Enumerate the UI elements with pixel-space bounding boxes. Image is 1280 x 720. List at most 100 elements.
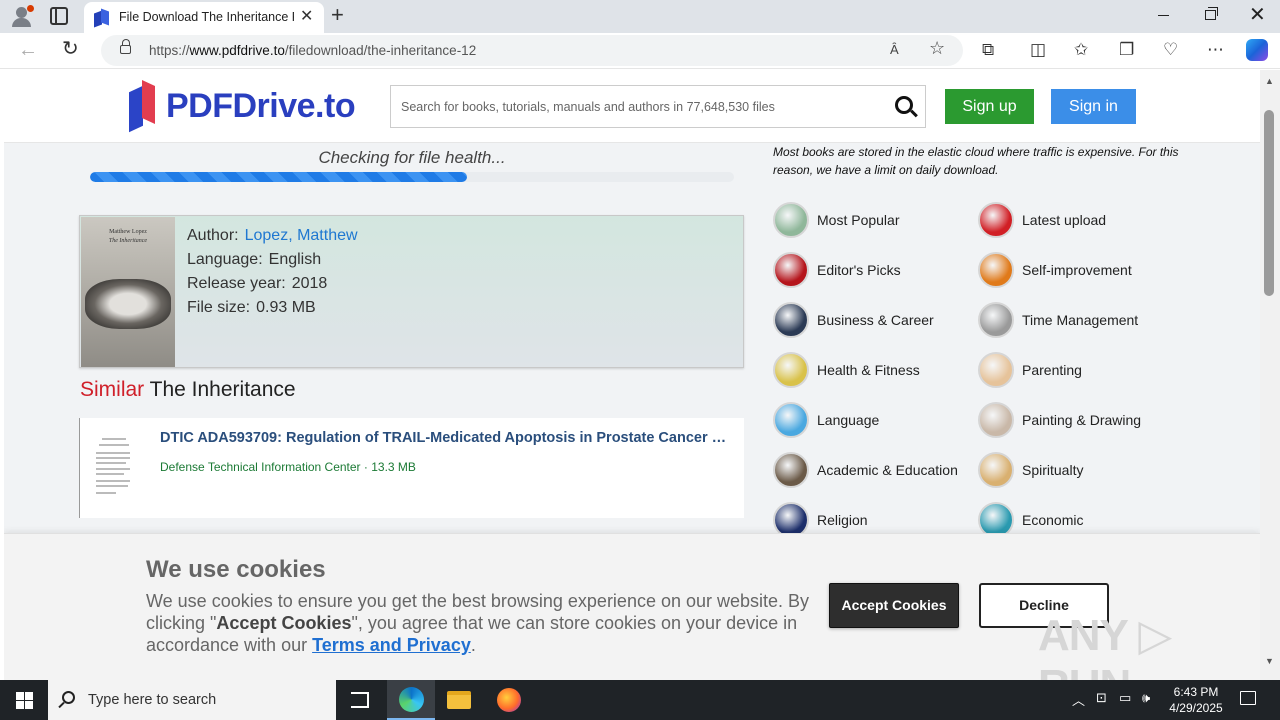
- parenting-icon: [978, 352, 1014, 388]
- author-row: Author: Lopez, Matthew: [187, 224, 358, 248]
- category-most-popular[interactable]: Most Popular: [773, 200, 973, 240]
- category-label: Most Popular: [817, 212, 900, 228]
- category-business-career[interactable]: Business & Career: [773, 300, 973, 340]
- collections-icon[interactable]: ❐: [1119, 39, 1134, 61]
- read-aloud-icon[interactable]: Ȃ: [890, 42, 899, 57]
- painting-icon: [978, 402, 1014, 438]
- window-close-button[interactable]: ✕: [1249, 4, 1266, 26]
- scroll-thumb[interactable]: [1264, 110, 1274, 296]
- similar-item-meta: Defense Technical Information Center · 1…: [160, 460, 416, 474]
- size-value: 0.93 MB: [256, 299, 316, 316]
- category-label: Academic & Education: [817, 462, 958, 478]
- tray-device-icon[interactable]: ⊡: [1096, 690, 1107, 706]
- category-label: Time Management: [1022, 312, 1139, 328]
- similar-item[interactable]: DTIC ADA593709: Regulation of TRAIL-Medi…: [79, 418, 744, 518]
- browser-tab-active[interactable]: File Download The Inheritance PDF ✕: [84, 2, 324, 33]
- category-latest-upload[interactable]: Latest upload: [978, 200, 1178, 240]
- notification-icon[interactable]: [1240, 691, 1256, 705]
- similar-item-title[interactable]: DTIC ADA593709: Regulation of TRAIL-Medi…: [160, 430, 735, 446]
- task-view-icon: [351, 692, 369, 708]
- copilot-icon[interactable]: [1246, 39, 1268, 61]
- window-minimize-button[interactable]: [1158, 15, 1169, 16]
- window-restore-button[interactable]: [1205, 7, 1218, 20]
- taskbar-firefox[interactable]: [485, 680, 533, 720]
- category-self-improvement[interactable]: Self-improvement: [978, 250, 1178, 290]
- category-academic-education[interactable]: Academic & Education: [773, 450, 973, 490]
- browser-essentials-icon[interactable]: ♡: [1163, 39, 1178, 61]
- sign-up-button[interactable]: Sign up: [945, 89, 1034, 124]
- taskbar-edge[interactable]: [387, 680, 435, 720]
- taskbar-search[interactable]: Type here to search: [48, 680, 336, 720]
- anyrun-watermark: ANY ▷ RUN: [1038, 611, 1172, 680]
- split-screen-icon[interactable]: ◫: [1030, 39, 1046, 61]
- health-icon: [773, 352, 809, 388]
- category-language[interactable]: Language: [773, 400, 973, 440]
- size-row: File size: 0.93 MB: [187, 296, 358, 320]
- category-label: Painting & Drawing: [1022, 412, 1142, 428]
- category-label: Self-improvement: [1022, 262, 1132, 278]
- profile-icon[interactable]: [10, 5, 34, 27]
- edge-icon: [399, 687, 424, 712]
- lock-icon[interactable]: [120, 39, 131, 54]
- task-view-button[interactable]: [336, 680, 384, 720]
- taskbar-clock[interactable]: 6:43 PM 4/29/2025: [1160, 684, 1232, 716]
- sign-in-button[interactable]: Sign in: [1051, 89, 1136, 124]
- settings-more-icon[interactable]: ⋯: [1207, 39, 1224, 61]
- most-popular-icon: [773, 202, 809, 238]
- site-logo[interactable]: PDFDrive.to: [166, 87, 356, 126]
- category-painting-drawing[interactable]: Painting & Drawing: [978, 400, 1178, 440]
- tab-title: File Download The Inheritance PDF: [119, 10, 294, 24]
- size-label: File size:: [187, 299, 251, 316]
- tray-chevron-icon[interactable]: ︿: [1072, 690, 1085, 709]
- browser-tab-bar: File Download The Inheritance PDF ✕ + ✕: [0, 0, 1280, 33]
- book-cover[interactable]: Matthew Lopez The Inheritance: [81, 217, 175, 367]
- favorites-icon[interactable]: ✩: [1074, 39, 1088, 61]
- author-label: Author:: [187, 227, 239, 244]
- pdfdrive-favicon-icon: [94, 8, 109, 28]
- accept-cookies-button[interactable]: Accept Cookies: [829, 583, 959, 628]
- cover-photo: [85, 279, 171, 329]
- favorite-star-icon[interactable]: ☆: [929, 38, 945, 59]
- url-text[interactable]: https://www.pdfdrive.to/filedownload/the…: [149, 43, 476, 58]
- similar-thumbnail[interactable]: [94, 432, 134, 504]
- terms-privacy-link[interactable]: Terms and Privacy: [312, 635, 471, 655]
- tab-close-icon[interactable]: ✕: [300, 8, 313, 26]
- volume-icon[interactable]: 🕪: [1142, 690, 1150, 706]
- spirituality-icon: [978, 452, 1014, 488]
- category-label: Economic: [1022, 512, 1084, 528]
- category-spiritualty[interactable]: Spiritualty: [978, 450, 1178, 490]
- scroll-down-icon[interactable]: ▼: [1265, 656, 1274, 666]
- download-limit-notice: Most books are stored in the elastic clo…: [773, 145, 1179, 177]
- firefox-icon: [497, 688, 521, 712]
- language-label: Language:: [187, 251, 263, 268]
- download-progress-fill: [90, 172, 467, 182]
- back-arrow-icon[interactable]: ←: [18, 39, 38, 61]
- extensions-icon[interactable]: ⧉: [982, 39, 994, 61]
- page-scrollbar[interactable]: ▲ ▼: [1260, 70, 1280, 680]
- reload-icon[interactable]: ↻: [62, 38, 79, 60]
- tab-actions-icon[interactable]: [50, 7, 68, 25]
- language-value: English: [268, 251, 322, 268]
- category-label: Parenting: [1022, 362, 1082, 378]
- category-health-fitness[interactable]: Health & Fitness: [773, 350, 973, 390]
- category-label: Spiritualty: [1022, 462, 1084, 478]
- browser-toolbar: ← ↻ https://www.pdfdrive.to/filedownload…: [0, 33, 1280, 69]
- year-label: Release year:: [187, 275, 286, 292]
- clock-time: 6:43 PM: [1173, 685, 1219, 699]
- category-label: Latest upload: [1022, 212, 1107, 228]
- windows-start-icon[interactable]: [16, 692, 33, 709]
- category-time-management[interactable]: Time Management: [978, 300, 1178, 340]
- search-icon[interactable]: [895, 96, 913, 114]
- category-parenting[interactable]: Parenting: [978, 350, 1178, 390]
- new-tab-button[interactable]: +: [331, 3, 344, 27]
- pdfdrive-logo-icon[interactable]: [129, 79, 159, 133]
- taskbar-file-explorer[interactable]: [435, 680, 483, 720]
- network-icon[interactable]: ▭: [1119, 690, 1131, 706]
- address-bar[interactable]: https://www.pdfdrive.to/filedownload/the…: [101, 35, 963, 66]
- author-first-link[interactable]: , Matthew: [288, 227, 357, 244]
- scroll-up-icon[interactable]: ▲: [1265, 76, 1274, 86]
- search-input[interactable]: [391, 86, 881, 127]
- language-icon: [773, 402, 809, 438]
- category-editors-picks[interactable]: Editor's Picks: [773, 250, 973, 290]
- author-last-link[interactable]: Lopez: [245, 227, 289, 244]
